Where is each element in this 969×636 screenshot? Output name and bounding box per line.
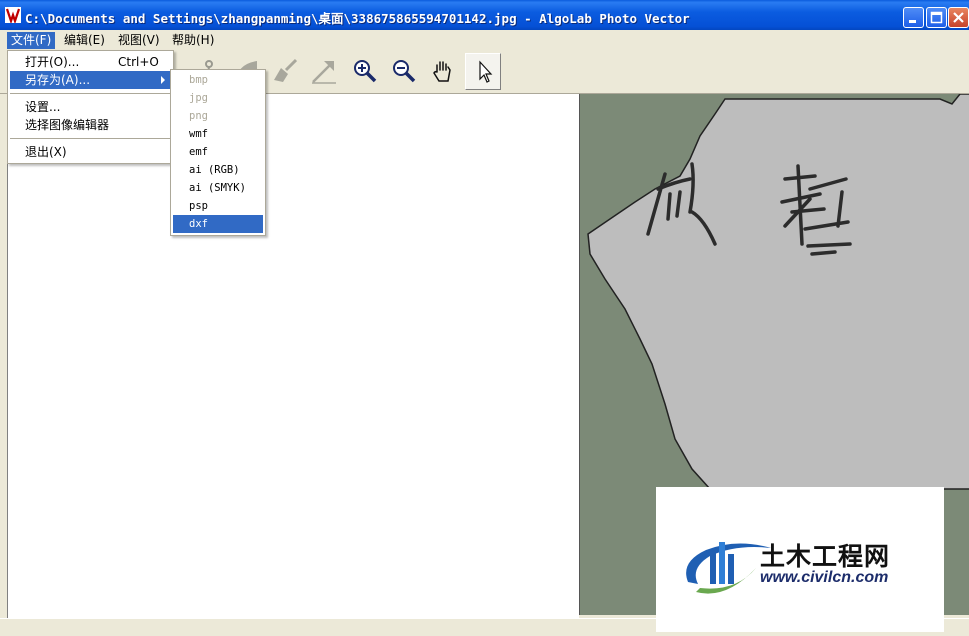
minimize-button[interactable] [903, 7, 924, 28]
brush-tool-button[interactable] [266, 53, 302, 90]
close-icon [953, 12, 964, 23]
title-bar: C:\Documents and Settings\zhangpanming\桌… [0, 0, 969, 30]
watermark-site-name: 土木工程网 [760, 542, 891, 571]
zoom-out-icon [393, 60, 416, 83]
menu-file[interactable]: 文件(F) [7, 32, 56, 49]
pointer-icon [479, 60, 493, 83]
menu-item-settings[interactable]: 设置... [10, 98, 171, 116]
format-bmp: bmp [189, 74, 208, 86]
format-psp[interactable]: psp [173, 197, 263, 215]
arrow-tool-button[interactable] [305, 53, 341, 90]
format-jpg: jpg [189, 92, 208, 104]
menu-item-open-label: 打开(O)... [25, 55, 80, 69]
file-menu-dropdown: 打开(O)... Ctrl+O 另存为(A)... 设置... 选择图像编辑器 … [7, 50, 174, 164]
format-dxf[interactable]: dxf [173, 215, 263, 233]
close-button[interactable] [948, 7, 969, 28]
format-ai-smyk[interactable]: ai (SMYK) [173, 179, 263, 197]
save-as-submenu: bmp jpg png wmf emf ai (RGB) ai (SMYK) p… [170, 69, 266, 236]
zoom-out-button[interactable] [386, 53, 422, 90]
zoom-in-icon [354, 60, 377, 83]
menu-help[interactable]: 帮助(H) [168, 32, 218, 49]
maximize-button[interactable] [926, 7, 947, 28]
site-watermark: 土木工程网 www.civilcn.com [656, 487, 944, 632]
menu-separator [10, 93, 171, 95]
zoom-in-button[interactable] [347, 53, 383, 90]
arrow-icon [312, 61, 336, 84]
menu-edit[interactable]: 编辑(E) [60, 32, 109, 49]
menu-bar: 文件(F) 编辑(E) 视图(V) 帮助(H) [0, 30, 969, 50]
menu-item-open-shortcut: Ctrl+O [118, 55, 159, 69]
menu-separator [10, 138, 171, 140]
minimize-icon [909, 20, 916, 23]
work-area[interactable] [7, 94, 579, 618]
format-png: png [189, 110, 208, 122]
hand-pan-icon [433, 61, 451, 82]
menu-item-exit[interactable]: 退出(X) [10, 143, 171, 161]
menu-item-save-as-label: 另存为(A)... [25, 73, 91, 87]
brush-icon [274, 58, 297, 82]
app-logo-icon [5, 7, 21, 23]
format-ai-rgb[interactable]: ai (RGB) [173, 161, 263, 179]
pointer-tool-button[interactable] [465, 53, 501, 90]
format-wmf[interactable]: wmf [173, 125, 263, 143]
menu-item-save-as[interactable]: 另存为(A)... [10, 71, 171, 89]
menu-item-choose-editor[interactable]: 选择图像编辑器 [10, 116, 171, 134]
hand-pan-button[interactable] [425, 53, 461, 90]
maximize-icon [930, 11, 943, 24]
format-emf[interactable]: emf [173, 143, 263, 161]
window-title: C:\Documents and Settings\zhangpanming\桌… [25, 11, 690, 26]
watermark-url: www.civilcn.com [760, 569, 889, 586]
submenu-arrow-icon [161, 76, 165, 84]
menu-item-open[interactable]: 打开(O)... Ctrl+O [10, 53, 171, 71]
menu-view[interactable]: 视图(V) [114, 32, 164, 49]
